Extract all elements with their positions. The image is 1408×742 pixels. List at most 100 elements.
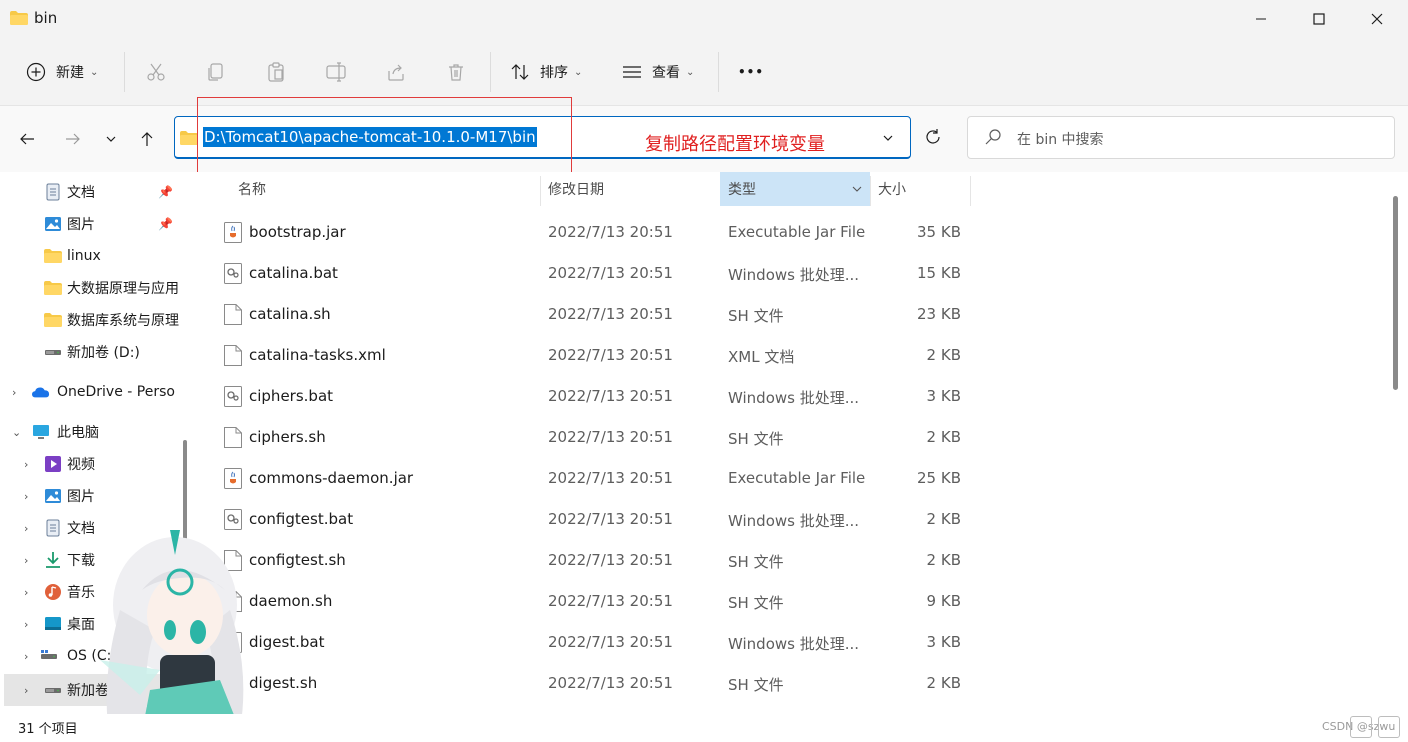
chevron-right-icon: › [24, 617, 29, 631]
file-type: Executable Jar File [728, 223, 866, 241]
column-header-name[interactable]: 名称 [238, 172, 538, 206]
rename-icon [326, 62, 346, 82]
file-row[interactable]: commons-daemon.jar 2022/7/13 20:51 Executa… [196, 458, 1376, 499]
view-list-icon [623, 66, 641, 78]
share-button[interactable] [386, 54, 406, 90]
file-size: 2 KB [926, 674, 961, 692]
sidebar-item-label: 图片 [67, 217, 95, 233]
file-row[interactable]: digest.sh 2022/7/13 20:51 SH 文件 2 KB [196, 663, 1376, 704]
chevron-right-icon: › [24, 585, 29, 599]
close-button[interactable] [1348, 0, 1406, 38]
pictures-icon [45, 217, 61, 231]
refresh-button[interactable] [916, 120, 950, 154]
column-header-type[interactable]: 类型 [720, 172, 870, 206]
sidebar-item-database[interactable]: 数据库系统与原理 [0, 304, 190, 336]
sidebar-item-pictures-pc[interactable]: › 图片 [0, 480, 190, 512]
file-size: 2 KB [926, 551, 961, 569]
drive-icon [45, 688, 61, 693]
file-row[interactable]: configtest.bat 2022/7/13 20:51 Windows 批处理… [196, 499, 1376, 540]
file-row[interactable]: daemon.sh 2022/7/13 20:51 SH 文件 9 KB [196, 581, 1376, 622]
file-row[interactable]: ciphers.sh 2022/7/13 20:51 SH 文件 2 KB [196, 417, 1376, 458]
paste-button[interactable] [266, 54, 286, 90]
divider [540, 176, 541, 206]
more-options-button[interactable]: ••• [738, 54, 764, 90]
sidebar-item-pictures[interactable]: 图片 📌 [0, 208, 190, 240]
forward-button[interactable] [60, 126, 86, 152]
minimize-button[interactable] [1232, 0, 1290, 38]
recent-locations-button[interactable] [98, 126, 124, 152]
chevron-right-icon: › [24, 683, 29, 697]
folder-icon [180, 131, 198, 145]
download-icon [46, 552, 60, 568]
file-name: catalina.sh [249, 305, 331, 323]
column-header-label: 修改日期 [548, 182, 604, 198]
file-row[interactable]: ciphers.bat 2022/7/13 20:51 Windows 批处理...… [196, 376, 1376, 417]
bat-icon [224, 263, 242, 284]
file-size: 3 KB [926, 387, 961, 405]
file-row[interactable]: catalina.sh 2022/7/13 20:51 SH 文件 23 KB [196, 294, 1376, 335]
new-label: 新建 [56, 65, 84, 81]
file-size: 2 KB [926, 510, 961, 528]
arrow-up-icon [141, 132, 153, 146]
file-size: 25 KB [917, 469, 961, 487]
chevron-down-icon: ⌄ [574, 66, 583, 78]
file-date: 2022/7/13 20:51 [548, 346, 673, 364]
column-header-date[interactable]: 修改日期 [548, 172, 718, 206]
document-icon [46, 519, 60, 537]
file-row[interactable]: catalina.bat 2022/7/13 20:51 Windows 批处理..… [196, 253, 1376, 294]
file-row[interactable]: bootstrap.jar 2022/7/13 20:51 Executable J… [196, 212, 1376, 253]
vertical-scrollbar[interactable] [1393, 196, 1398, 390]
sidebar-item-documents[interactable]: 文档 📌 [0, 176, 190, 208]
folder-icon [10, 11, 28, 25]
folder-icon [44, 281, 62, 295]
file-type: SH 文件 [728, 594, 784, 612]
sidebar-item-linux[interactable]: linux [0, 240, 190, 272]
column-header-label: 名称 [238, 182, 266, 198]
address-history-button[interactable] [878, 128, 898, 148]
new-button[interactable]: 新建 ⌄ [26, 54, 98, 90]
sort-button[interactable]: 排序 ⌄ [510, 54, 582, 90]
chevron-down-icon [883, 135, 893, 141]
sidebar-item-videos[interactable]: › 视频 [0, 448, 190, 480]
bat-icon [224, 386, 242, 407]
file-list: 名称 修改日期 类型 大小 bootstrap.jar 2022/7/13 20:… [196, 172, 1408, 714]
column-header-size[interactable]: 大小 [878, 172, 968, 206]
back-button[interactable] [14, 126, 40, 152]
column-header-label: 大小 [878, 182, 906, 198]
chevron-right-icon: › [24, 489, 29, 503]
sidebar-item-label: 视频 [67, 457, 95, 473]
details-view-button[interactable] [1350, 716, 1372, 738]
divider [490, 52, 491, 92]
file-type: Windows 批处理... [728, 266, 860, 284]
tiles-view-button[interactable] [1378, 716, 1400, 738]
copy-icon [208, 63, 223, 81]
pictures-icon [45, 489, 61, 503]
sidebar-item-label: 大数据原理与应用 [67, 281, 179, 297]
file-row[interactable]: digest.bat 2022/7/13 20:51 Windows 批处理... 3… [196, 622, 1376, 663]
view-button[interactable]: 查看 ⌄ [622, 54, 694, 90]
folder-icon [44, 313, 62, 327]
rename-button[interactable] [326, 54, 348, 90]
copy-button[interactable] [206, 54, 226, 90]
file-row[interactable]: catalina-tasks.xml 2022/7/13 20:51 XML 文档 2… [196, 335, 1376, 376]
chevron-down-icon: ⌄ [686, 66, 695, 78]
file-row[interactable]: configtest.sh 2022/7/13 20:51 SH 文件 2 KB [196, 540, 1376, 581]
sidebar-item-onedrive[interactable]: › OneDrive - Perso [0, 376, 190, 408]
arrow-left-icon [20, 133, 34, 145]
sidebar-item-drive-d[interactable]: 新加卷 (D:) [0, 336, 190, 368]
document-icon [46, 183, 60, 201]
cut-button[interactable] [146, 54, 166, 90]
chevron-down-icon: ⌄ [12, 425, 22, 439]
file-name: bootstrap.jar [249, 223, 346, 241]
item-count: 31 个项目 [18, 722, 78, 737]
chevron-right-icon: › [12, 385, 17, 399]
up-button[interactable] [134, 126, 160, 152]
maximize-button[interactable] [1290, 0, 1348, 38]
sidebar-item-bigdata[interactable]: 大数据原理与应用 [0, 272, 190, 304]
file-date: 2022/7/13 20:51 [548, 223, 673, 241]
delete-button[interactable] [446, 54, 466, 90]
sidebar-item-this-pc[interactable]: ⌄ 此电脑 [0, 416, 190, 448]
divider [870, 176, 871, 206]
file-name: catalina-tasks.xml [249, 346, 386, 364]
drive-icon [41, 650, 57, 659]
